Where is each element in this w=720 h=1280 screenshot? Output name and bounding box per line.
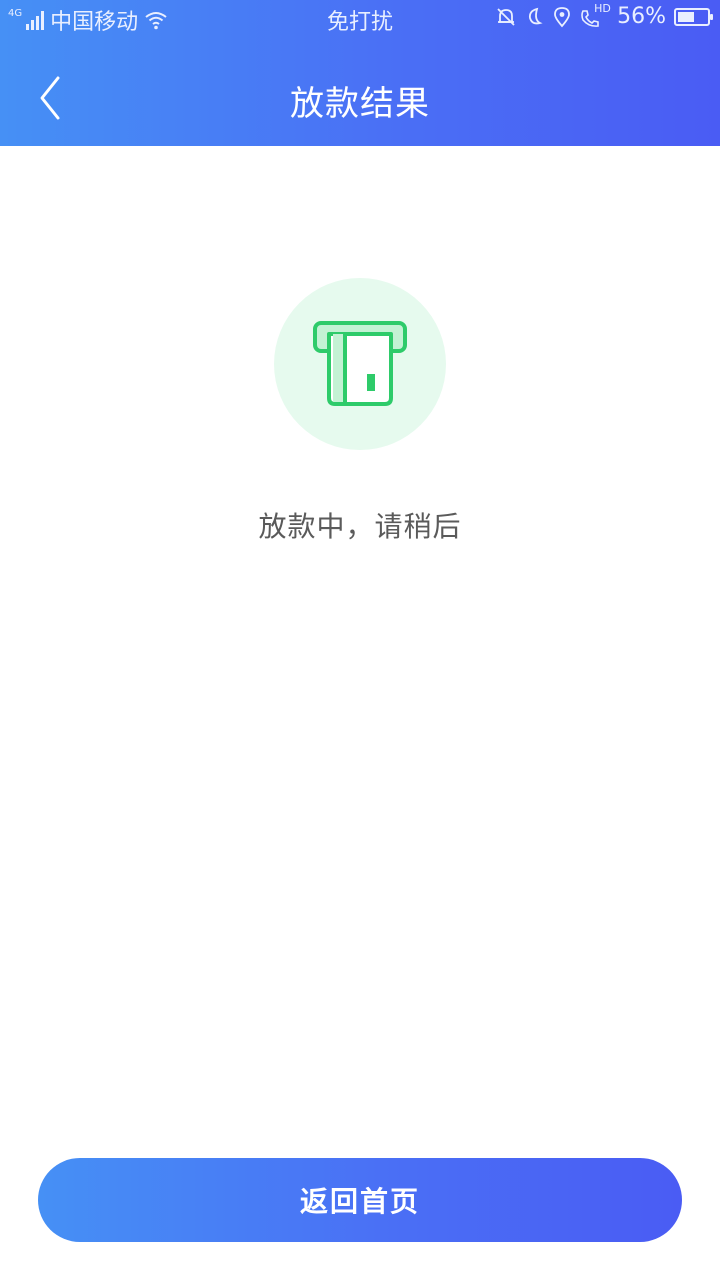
- navigation-bar: 放款结果: [0, 56, 720, 144]
- status-bar: 4G 中国移动 免打扰 HD 56%: [0, 0, 720, 38]
- return-home-button[interactable]: 返回首页: [38, 1158, 682, 1242]
- battery-percent: 56%: [617, 4, 666, 29]
- card-dispense-icon: [313, 321, 407, 406]
- header-bar: 4G 中国移动 免打扰 HD 56% 放款结果: [0, 0, 720, 146]
- status-message: 放款中，请稍后: [258, 510, 462, 543]
- carrier-label: 中国移动: [50, 10, 139, 35]
- moon-icon: [529, 7, 543, 24]
- wifi-icon: [145, 12, 167, 30]
- hd-call-icon: HD: [579, 2, 611, 28]
- status-icon-circle: [274, 278, 446, 450]
- page-title: 放款结果: [290, 84, 430, 124]
- status-bar-right: HD 56%: [495, 2, 713, 29]
- battery-icon: [674, 7, 713, 26]
- bell-muted-icon: [497, 7, 515, 26]
- battery-level-fill: [678, 11, 694, 22]
- status-bar-left: 4G 中国移动: [8, 4, 168, 36]
- signal-icon: [26, 10, 45, 30]
- network-type-label: 4G: [8, 7, 23, 19]
- hd-label: HD: [594, 1, 611, 15]
- location-icon: [554, 6, 570, 27]
